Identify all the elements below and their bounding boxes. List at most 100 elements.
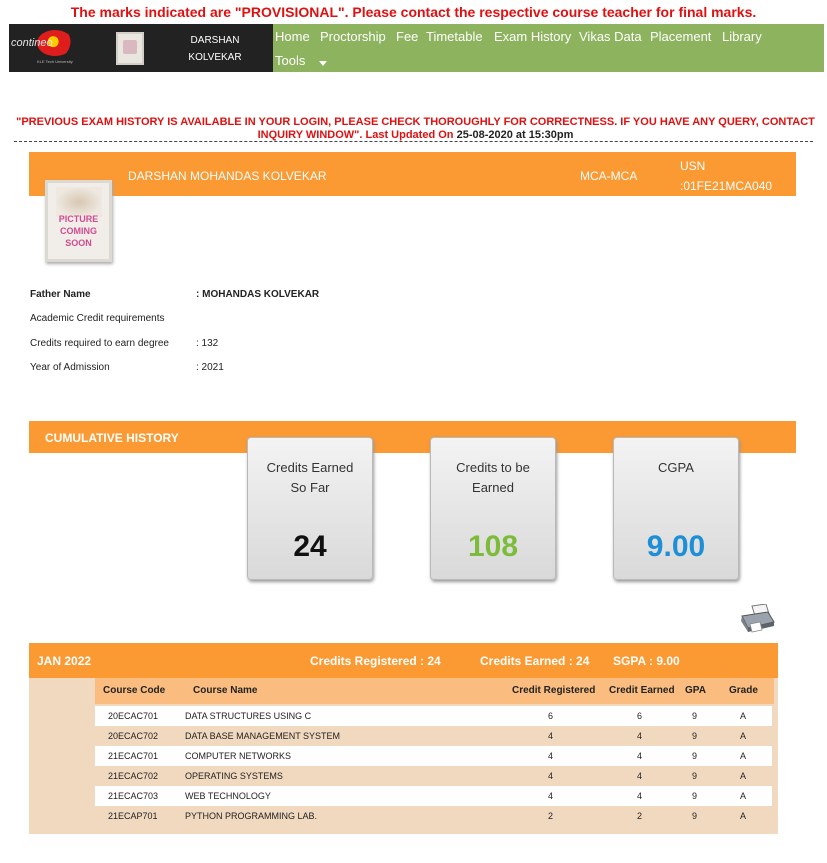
semester-header: JAN 2022 Credits Registered : 24 Credits… [29, 643, 778, 678]
cell-gpa: 9 [692, 711, 698, 721]
table-row: 21ECAC701 COMPUTER NETWORKS 4 4 9 A [95, 746, 772, 766]
col-gpa: GPA [685, 685, 706, 696]
course-results-table: Course Code Course Name Credit Registere… [29, 678, 778, 834]
cell-course-name: COMPUTER NETWORKS [185, 751, 292, 761]
photo-text-line: PICTURE [58, 214, 99, 224]
card-label: Credits Earned So Far [248, 458, 372, 498]
father-name-value: : MOHANDAS KOLVEKAR [196, 289, 320, 300]
photo-text-line: SOON [65, 238, 92, 248]
table-row: 20ECAC701 DATA STRUCTURES USING C 6 6 9 A [95, 706, 772, 726]
nav-timetable[interactable]: Timetable [426, 29, 483, 44]
cell-grade: A [740, 771, 747, 781]
semester-credits-earned: Credits Earned : 24 [480, 654, 590, 668]
cell-course-name: DATA STRUCTURES USING C [185, 711, 312, 721]
father-name-label: Father Name [30, 289, 91, 300]
cell-credit-registered: 4 [548, 771, 554, 781]
cell-course-name: WEB TECHNOLOGY [185, 791, 271, 801]
admission-year-value: : 2021 [196, 362, 224, 373]
credits-earned-value: 24 [293, 530, 327, 563]
cell-grade: A [740, 731, 747, 741]
cell-credit-registered: 4 [548, 791, 554, 801]
cell-course-name: OPERATING SYSTEMS [185, 771, 283, 781]
divider [14, 141, 813, 142]
cell-course-name: PYTHON PROGRAMMING LAB. [185, 811, 318, 821]
col-grade: Grade [729, 685, 758, 696]
cell-course-code: 21ECAC701 [108, 751, 159, 761]
student-course: MCA-MCA [580, 169, 638, 183]
nav-library[interactable]: Library [722, 29, 762, 44]
cell-credit-earned: 6 [637, 711, 643, 721]
nav-menu: Home Proctorship Fee Timetable Exam Hist… [273, 24, 824, 72]
card-label: CGPA [614, 458, 738, 478]
nav-exam-history[interactable]: Exam History [494, 29, 571, 44]
cell-course-code: 20ECAC702 [108, 731, 159, 741]
cell-course-code: 21ECAC703 [108, 791, 159, 801]
semester-credits-registered: Credits Registered : 24 [310, 654, 441, 668]
col-credit-registered: Credit Registered [512, 685, 596, 696]
student-photo: PICTURE COMING SOON [45, 180, 112, 262]
photo-placeholder-text: PICTURE COMING SOON [48, 213, 109, 249]
card-label-line: CGPA [658, 460, 694, 475]
credits-to-earn-value: 108 [467, 530, 519, 563]
credits-earned-card: Credits Earned So Far 24 [247, 437, 373, 580]
student-short-name: DARSHAN KOLVEKAR [185, 32, 245, 66]
cumulative-history-title: CUMULATIVE HISTORY [45, 431, 179, 445]
col-course-name: Course Name [193, 685, 258, 696]
credit-requirements-label: Academic Credit requirements [30, 313, 165, 324]
cell-gpa: 9 [692, 751, 698, 761]
cgpa-value: 9.00 [646, 530, 706, 563]
exam-history-notice: "PREVIOUS EXAM HISTORY IS AVAILABLE IN Y… [8, 116, 823, 142]
notice-text: "PREVIOUS EXAM HISTORY IS AVAILABLE IN Y… [16, 116, 815, 141]
chevron-down-icon[interactable] [319, 61, 327, 66]
profile-header: DARSHAN MOHANDAS KOLVEKAR MCA-MCA USN :0… [29, 152, 796, 196]
photo-text-line: COMING [60, 226, 97, 236]
nav-placement[interactable]: Placement [650, 29, 711, 44]
usn-label: USN [680, 159, 706, 173]
cell-grade: A [740, 711, 747, 721]
cell-grade: A [740, 751, 747, 761]
cell-grade: A [740, 811, 747, 821]
cell-grade: A [740, 791, 747, 801]
card-label-line: Credits Earned [266, 460, 354, 475]
cgpa-card: CGPA 9.00 [613, 437, 739, 580]
contineo-logo[interactable]: contineo KLE Tech University [11, 28, 83, 66]
table-header: Course Code Course Name Credit Registere… [95, 678, 774, 704]
cell-course-code: 21ECAC702 [108, 771, 159, 781]
table-row: 21ECAP701 PYTHON PROGRAMMING LAB. 2 2 9 A [95, 806, 772, 826]
student-full-name: DARSHAN MOHANDAS KOLVEKAR [128, 169, 327, 183]
brand-area: contineo KLE Tech University DARSHAN KOL… [9, 24, 273, 72]
col-course-code: Course Code [103, 685, 166, 696]
nav-vikas-data[interactable]: Vikas Data [579, 29, 642, 44]
student-first-name: DARSHAN [190, 35, 240, 46]
last-updated: 25-08-2020 at 15:30pm [456, 129, 574, 141]
student-thumbnail [116, 32, 144, 65]
cell-credit-registered: 4 [548, 731, 554, 741]
col-credit-earned: Credit Earned [609, 685, 675, 696]
nav-proctorship[interactable]: Proctorship [320, 29, 386, 44]
card-label-line: Credits to be [456, 460, 530, 475]
cell-credit-earned: 4 [637, 751, 643, 761]
cell-credit-earned: 4 [637, 771, 643, 781]
logo-wordmark: contineo [11, 37, 53, 49]
nav-home[interactable]: Home [275, 29, 310, 44]
card-label-line: So Far [290, 480, 330, 495]
student-last-name: KOLVEKAR [188, 52, 242, 63]
credits-required-label: Credits required to earn degree [30, 338, 169, 349]
nav-tools[interactable]: Tools [275, 53, 305, 68]
cell-credit-earned: 4 [637, 731, 643, 741]
card-label: Credits to be Earned [431, 458, 555, 498]
cell-course-code: 21ECAP701 [108, 811, 158, 821]
credits-required-value: : 132 [196, 338, 219, 349]
admission-year-label: Year of Admission [30, 362, 110, 373]
table-row: 21ECAC702 OPERATING SYSTEMS 4 4 9 A [95, 766, 772, 786]
cell-gpa: 9 [692, 731, 698, 741]
nav-fee[interactable]: Fee [396, 29, 418, 44]
cell-credit-registered: 2 [548, 811, 554, 821]
cell-credit-registered: 4 [548, 751, 554, 761]
credits-to-earn-card: Credits to be Earned 108 [430, 437, 556, 580]
table-row: 20ECAC702 DATA BASE MANAGEMENT SYSTEM 4 4 9 A [95, 726, 772, 746]
printer-icon[interactable] [738, 604, 776, 634]
cell-gpa: 9 [692, 791, 698, 801]
cell-credit-earned: 4 [637, 791, 643, 801]
table-row: 21ECAC703 WEB TECHNOLOGY 4 4 9 A [95, 786, 772, 806]
